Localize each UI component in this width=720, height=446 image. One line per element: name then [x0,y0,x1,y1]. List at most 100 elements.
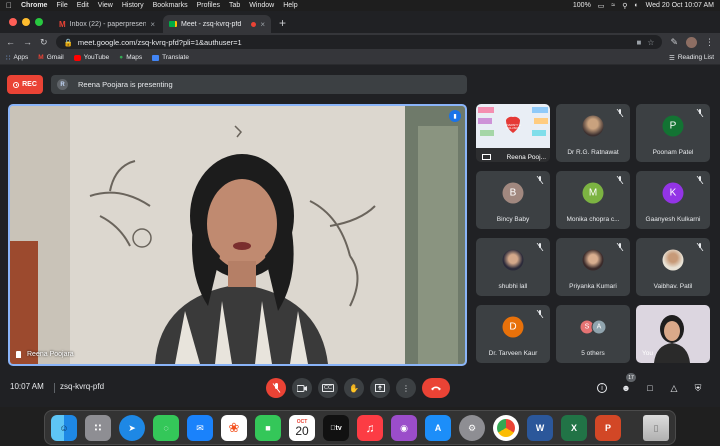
recording-badge[interactable]: REC [7,75,43,94]
tab-meet[interactable]: Meet - zsq-kvrq-pfd × [163,15,271,33]
apple-icon[interactable]:  [6,1,12,10]
menu-dots-icon[interactable]: ⋮ [705,37,714,48]
present-screen-button[interactable] [370,378,390,398]
bookmark-translate[interactable]: Translate [152,54,189,61]
menu-app-name[interactable]: Chrome [21,2,47,9]
participant-tile[interactable]: Vaibhav. Patil [636,238,710,296]
search-icon[interactable]: ⚲ [622,2,627,10]
back-icon[interactable]: ← [6,37,15,47]
menu-help[interactable]: Help [283,2,297,9]
menu-bookmarks[interactable]: Bookmarks [153,2,188,9]
close-tab-icon[interactable]: × [150,20,155,29]
wifi-icon[interactable]: ≈ [611,2,615,9]
close-window-icon[interactable] [9,18,17,26]
podcasts-icon[interactable]: ◉ [391,415,417,441]
clock[interactable]: Wed 20 Oct 10:07 AM [646,2,714,9]
menu-edit[interactable]: Edit [77,2,89,9]
chat-icon: □ [647,383,653,393]
minimize-window-icon[interactable] [22,18,30,26]
music-icon[interactable]: ♫ [357,415,383,441]
participant-tile[interactable]: Dr R.G. Ratnawat [556,104,630,162]
url-text: meet.google.com/zsq-kvrq-pfd?pli=1&authu… [77,37,242,47]
participant-tile-screen[interactable]: DIVERSITY & INCLUSION Reena Pooj... [476,104,550,162]
reload-icon[interactable]: ↻ [40,37,48,48]
mail-icon[interactable]: ✉ [187,415,213,441]
address-bar[interactable]: 🔒 meet.google.com/zsq-kvrq-pfd?pli=1&aut… [55,35,663,49]
zoom-window-icon[interactable] [35,18,43,26]
mic-toggle-button[interactable] [266,378,286,398]
launchpad-icon[interactable]: ∷ [85,415,111,441]
captions-button[interactable]: CC [318,378,338,398]
reading-list[interactable]: ☰ Reading List [669,54,714,62]
safari-icon[interactable]: ➤ [119,415,145,441]
meeting-details-button[interactable]: i [595,381,609,395]
captions-icon: CC [322,384,334,392]
chat-button[interactable]: □ [643,381,657,395]
camera-in-use-icon[interactable]: ■ [636,38,641,47]
chrome-icon[interactable] [493,415,519,441]
battery-icon[interactable]: ▭ [598,2,605,10]
calendar-icon[interactable]: OCT 20 [289,415,315,441]
menu-file[interactable]: File [56,2,67,9]
participant-tile[interactable]: D Dr. Tarveen Kaur [476,305,550,363]
menu-view[interactable]: View [98,2,113,9]
activities-button[interactable]: △ [667,381,681,395]
messages-icon[interactable]: ◌ [153,415,179,441]
control-center-icon[interactable]: ◐ [634,2,638,9]
bookmark-star-icon[interactable]: ☆ [647,38,654,47]
raise-hand-button[interactable]: ✋ [344,378,364,398]
menu-profiles[interactable]: Profiles [197,2,220,9]
participant-tile[interactable]: Priyanka Kumari [556,238,630,296]
end-call-icon [431,386,441,391]
menu-tab[interactable]: Tab [229,2,240,9]
trash-icon[interactable]: ▯ [643,415,669,441]
facetime-icon[interactable]: ■ [255,415,281,441]
camera-toggle-button[interactable] [292,378,312,398]
word-icon[interactable]: W [527,415,553,441]
bookmark-apps[interactable]: ∷ Apps [6,54,28,62]
profile-avatar[interactable] [686,36,697,48]
participants-button[interactable]: ☻ [619,381,633,395]
bookmark-maps[interactable]: ● Maps [119,54,142,61]
extensions-icon[interactable]: ✎ [670,37,678,48]
leave-call-button[interactable] [422,378,450,398]
apple-tv-icon[interactable]: tv [323,415,349,441]
more-options-button[interactable]: ⋮ [396,378,416,398]
main-speaker-name: Reena Poojara [27,351,74,358]
bookmark-gmail[interactable]: M Gmail [38,54,63,61]
apps-grid-icon: ∷ [6,54,11,62]
others-tile[interactable]: S A 5 others [556,305,630,363]
new-tab-icon[interactable]: + [273,16,292,33]
participant-tile[interactable]: P Poonam Patel [636,104,710,162]
speaking-indicator-icon: ▮ [449,110,461,122]
bookmark-youtube[interactable]: YouTube [73,54,109,61]
presenting-banner[interactable]: R Reena Poojara is presenting [51,75,467,94]
mic-off-icon [536,310,544,318]
system-preferences-icon[interactable]: ⚙ [459,415,485,441]
participant-tile[interactable]: B Bincy Baby [476,171,550,229]
menu-window[interactable]: Window [249,2,274,9]
participant-tile[interactable]: shubhi lall [476,238,550,296]
forward-icon[interactable]: → [23,37,32,47]
participant-tile[interactable]: M Monika chopra c... [556,171,630,229]
translate-icon [152,54,160,61]
main-video-tile[interactable]: ▮ Reena Poojara [8,104,467,366]
tab-label: Inbox (22) - paperpresentation [69,20,147,28]
meeting-code[interactable]: zsq-kvrq-pfd [60,382,104,391]
lock-icon[interactable]: 🔒 [64,38,73,47]
participant-avatar: D [502,316,524,338]
participant-photo [582,249,604,271]
finder-icon[interactable]: ☺ [51,415,77,441]
close-tab-icon[interactable]: × [260,20,265,29]
tab-gmail[interactable]: M Inbox (22) - paperpresentation × [53,15,161,33]
self-tile[interactable]: You [636,305,710,363]
screen-share-icon [482,154,491,160]
photos-icon[interactable]: ❀ [221,415,247,441]
menu-history[interactable]: History [122,2,144,9]
app-store-icon[interactable]: A [425,415,451,441]
powerpoint-icon[interactable]: P [595,415,621,441]
participant-tile[interactable]: K Gaanyesh Kulkarni [636,171,710,229]
excel-icon[interactable]: X [561,415,587,441]
host-controls-button[interactable]: ⛨ [691,381,705,395]
pin-icon[interactable] [16,351,21,358]
